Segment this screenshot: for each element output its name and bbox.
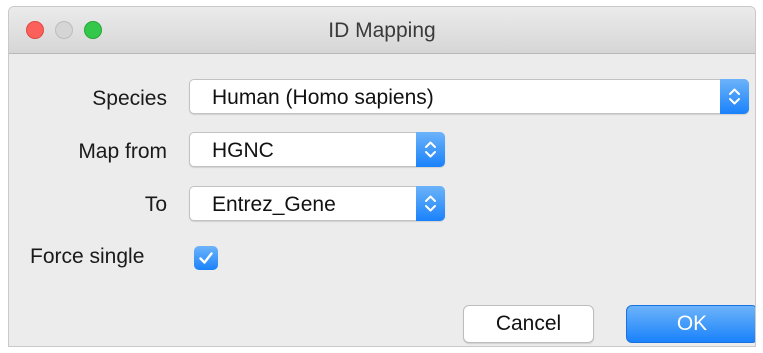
map-from-select-value: HGNC [212,139,274,162]
force-single-checkbox[interactable] [194,246,218,270]
ok-button[interactable]: OK [626,305,755,343]
chevron-up-down-icon [416,132,445,167]
title-bar[interactable]: ID Mapping [9,7,755,54]
species-select[interactable]: Human (Homo sapiens) [189,79,749,114]
species-label: Species [92,87,167,110]
map-from-label: Map from [78,140,167,163]
chevron-up-down-icon [416,186,445,221]
to-label: To [144,193,167,216]
dialog-window: ID Mapping Species Human (Homo sapiens) … [8,6,756,347]
to-select-value: Entrez_Gene [212,193,336,216]
checkmark-icon [199,252,213,264]
to-select[interactable]: Entrez_Gene [189,186,445,221]
force-single-label: Force single [30,245,145,268]
map-from-select[interactable]: HGNC [189,132,445,167]
window-title: ID Mapping [328,19,436,42]
species-select-value: Human (Homo sapiens) [212,86,434,109]
cancel-button[interactable]: Cancel [463,305,594,343]
chevron-up-down-icon [720,79,749,114]
